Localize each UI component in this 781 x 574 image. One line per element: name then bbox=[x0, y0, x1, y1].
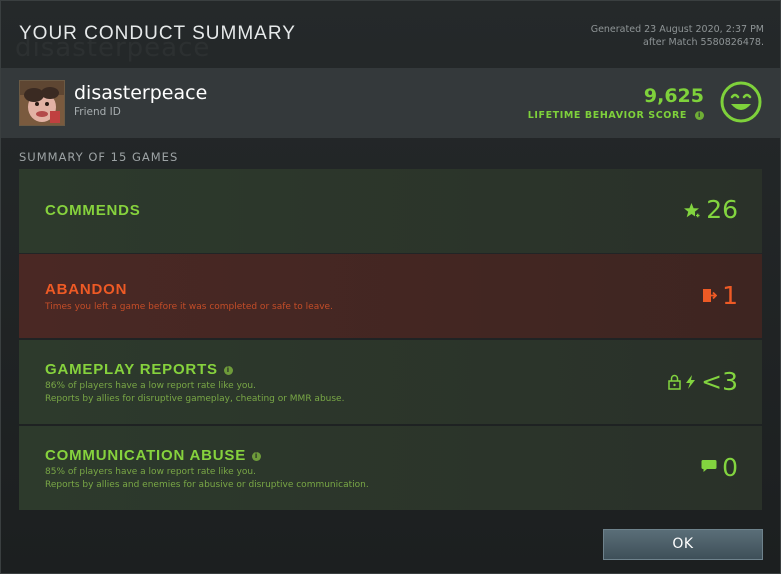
summary-title: SUMMARY OF 15 GAMES bbox=[19, 150, 179, 164]
dialog-title: YOUR CONDUCT SUMMARY bbox=[19, 23, 296, 44]
username: disasterpeace bbox=[74, 82, 208, 104]
communication-abuse-title: COMMUNICATION ABUSE bbox=[45, 447, 247, 464]
gameplay-reports-stat: 86% of players have a low report rate li… bbox=[45, 381, 256, 391]
exit-door-icon bbox=[703, 289, 717, 302]
abandon-description: Times you left a game before it was comp… bbox=[45, 302, 333, 312]
behavior-score-label-text: LIFETIME BEHAVIOR SCORE bbox=[527, 110, 687, 121]
gameplay-reports-explanation: Reports by allies for disruptive gamepla… bbox=[45, 394, 345, 404]
behavior-score-value: 9,625 bbox=[643, 85, 704, 107]
info-icon[interactable]: i bbox=[223, 365, 233, 375]
commends-title: COMMENDS bbox=[45, 202, 141, 219]
friend-id-label[interactable]: Friend ID bbox=[74, 106, 121, 118]
gameplay-reports-description: 86% of players have a low report rate li… bbox=[45, 380, 344, 406]
profile-bar: disasterpeace Friend ID 9,625 LIFETIME B… bbox=[1, 68, 780, 138]
behavior-score-label: LIFETIME BEHAVIOR SCORE i bbox=[528, 110, 704, 121]
star-icon bbox=[684, 203, 700, 218]
abandon-card: ABANDON Times you left a game before it … bbox=[19, 254, 762, 338]
avatar[interactable] bbox=[19, 80, 65, 126]
generated-date: Generated 23 August 2020, 2:37 PM bbox=[590, 24, 764, 35]
commends-value: 26 bbox=[706, 195, 738, 224]
smiley-icon bbox=[720, 81, 762, 123]
communication-abuse-card: COMMUNICATION ABUSE i 85% of players have… bbox=[19, 426, 762, 510]
generated-match: after Match 5580826478. bbox=[643, 37, 764, 48]
chat-bubble-icon bbox=[701, 460, 717, 472]
communication-abuse-title-row: COMMUNICATION ABUSE i bbox=[45, 447, 262, 464]
generated-timestamp: Generated 23 August 2020, 2:37 PM after … bbox=[591, 23, 764, 49]
ok-button[interactable]: OK bbox=[603, 529, 763, 560]
avatar-portrait-icon bbox=[20, 81, 64, 125]
communication-abuse-value: 0 bbox=[722, 453, 738, 482]
gameplay-reports-value: <3 bbox=[701, 367, 738, 396]
info-icon[interactable]: i bbox=[695, 111, 704, 120]
abandon-title: ABANDON bbox=[45, 281, 128, 298]
communication-abuse-description: 85% of players have a low report rate li… bbox=[45, 466, 369, 492]
commends-card: COMMENDS 26 bbox=[19, 169, 762, 253]
gameplay-reports-card: GAMEPLAY REPORTS i 86% of players have a … bbox=[19, 340, 762, 424]
abandon-value: 1 bbox=[722, 281, 738, 310]
info-icon[interactable]: i bbox=[252, 451, 262, 461]
communication-abuse-stat: 85% of players have a low report rate li… bbox=[45, 467, 256, 477]
communication-abuse-explanation: Reports by allies and enemies for abusiv… bbox=[45, 480, 369, 490]
gameplay-reports-title-row: GAMEPLAY REPORTS i bbox=[45, 361, 233, 378]
conduct-summary-dialog: disasterpeace YOUR CONDUCT SUMMARY Gener… bbox=[0, 0, 781, 574]
gameplay-reports-title: GAMEPLAY REPORTS bbox=[45, 361, 218, 378]
lock-lightning-icon bbox=[668, 374, 695, 390]
